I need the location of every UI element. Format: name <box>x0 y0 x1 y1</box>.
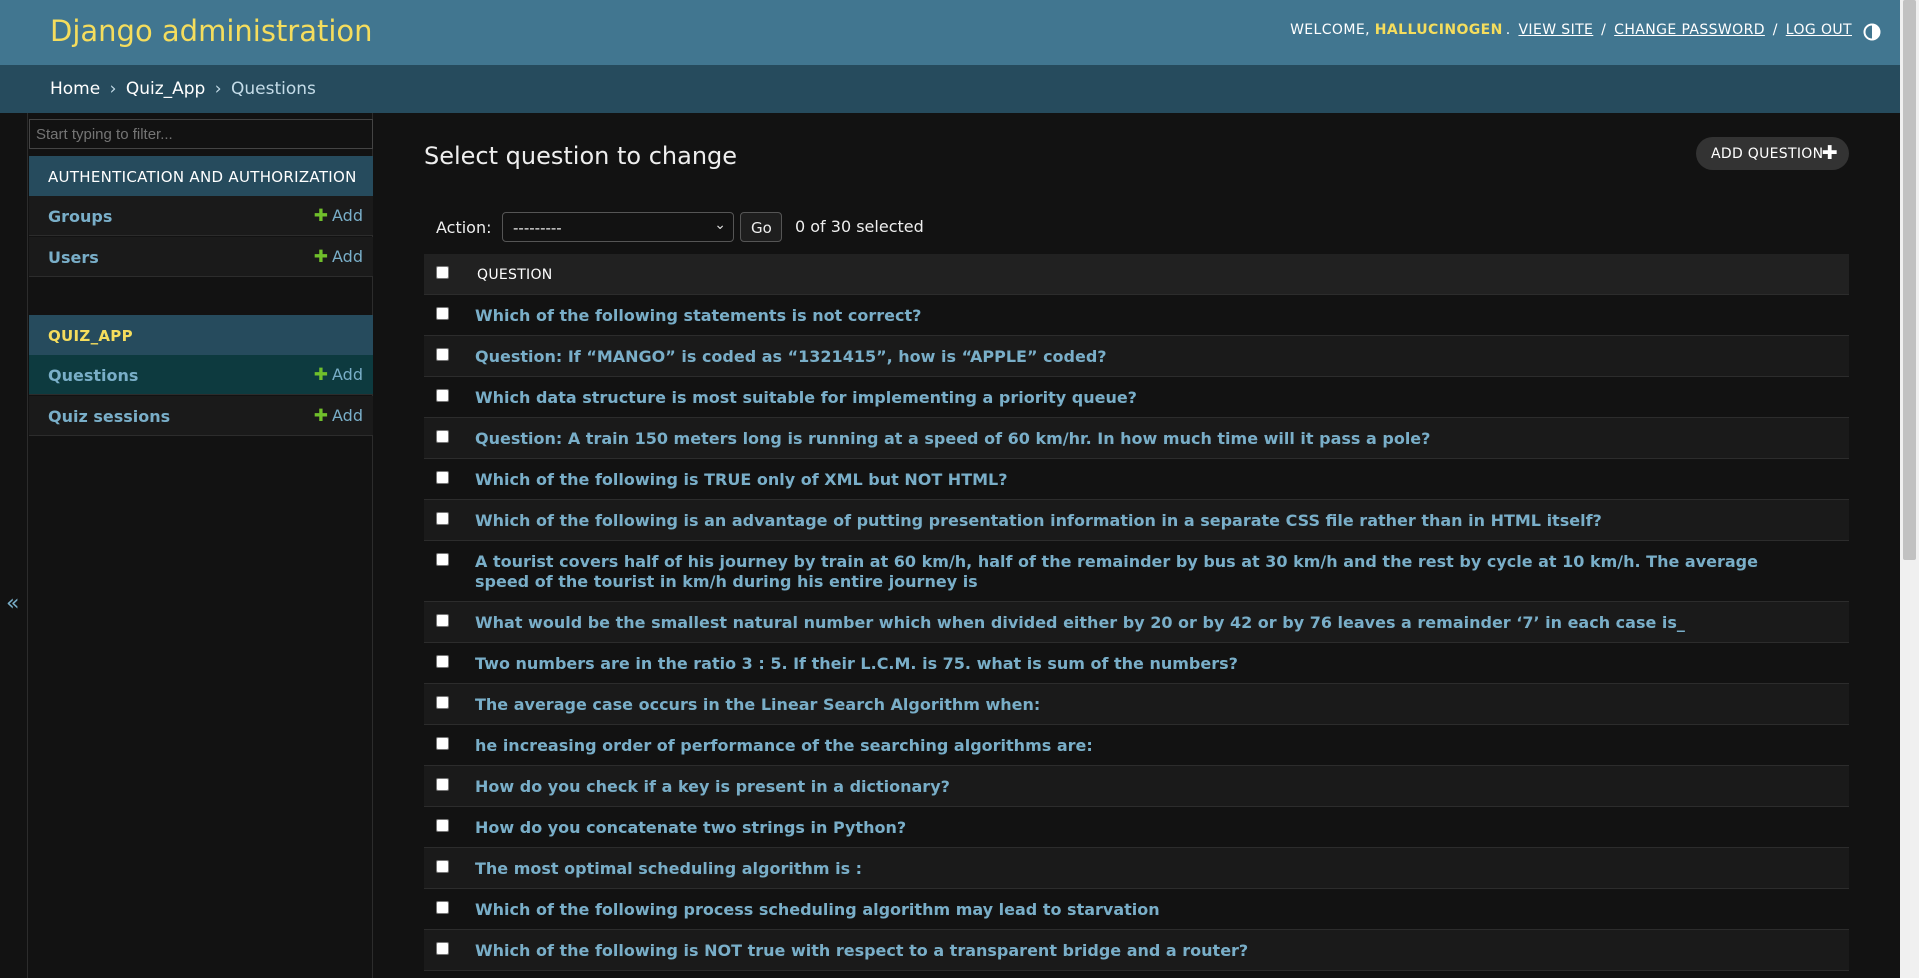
actions-bar: Action: --------- ⌄ Go 0 of 30 selected <box>424 212 1849 252</box>
row-checkbox[interactable] <box>436 471 449 484</box>
table-row: Which of the following statements is not… <box>424 295 1849 336</box>
row-checkbox[interactable] <box>436 942 449 955</box>
add-question-link[interactable]: ✚ Add <box>314 365 363 385</box>
plus-icon: ✚ <box>313 247 329 267</box>
row-checkbox[interactable] <box>436 778 449 791</box>
site-branding[interactable]: Django administration <box>50 14 373 48</box>
row-checkbox[interactable] <box>436 614 449 627</box>
question-link[interactable]: Which of the following is TRUE only of X… <box>475 470 1809 490</box>
question-link[interactable]: A tourist covers half of his journey by … <box>475 552 1809 592</box>
sidebar-item-quiz-sessions[interactable]: Quiz sessions ✚ Add <box>29 396 373 436</box>
sidebar-item-groups[interactable]: Groups ✚ Add <box>29 196 373 236</box>
breadcrumb-app[interactable]: Quiz_App <box>126 79 206 99</box>
sidebar-item-label[interactable]: Groups <box>48 207 112 226</box>
question-link[interactable]: Which of the following process schedulin… <box>475 900 1809 920</box>
table-row: The average case occurs in the Linear Se… <box>424 684 1849 725</box>
sidebar-collapse-bar[interactable]: « <box>0 113 28 978</box>
table-row: Which of the following process schedulin… <box>424 889 1849 930</box>
row-checkbox[interactable] <box>436 348 449 361</box>
table-row: The most optimal scheduling algorithm is… <box>424 848 1849 889</box>
question-link[interactable]: Which data structure is most suitable fo… <box>475 388 1809 408</box>
row-checkbox[interactable] <box>436 553 449 566</box>
sidebar-item-label[interactable]: Quiz sessions <box>48 407 170 426</box>
nav-filter-input[interactable] <box>29 119 373 149</box>
table-row: How do you check if a key is present in … <box>424 766 1849 807</box>
row-checkbox[interactable] <box>436 307 449 320</box>
column-header-question[interactable]: QUESTION <box>477 267 553 283</box>
table-row: Which of the following is TRUE only of X… <box>424 459 1849 500</box>
add-question-button[interactable]: ADD QUESTION ✚ <box>1696 137 1849 170</box>
change-password-link[interactable]: CHANGE PASSWORD <box>1614 22 1765 38</box>
row-checkbox[interactable] <box>436 655 449 668</box>
add-quiz-session-link[interactable]: ✚ Add <box>314 406 363 426</box>
table-row: A tourist covers half of his journey by … <box>424 541 1849 602</box>
go-button[interactable]: Go <box>740 212 782 242</box>
username: HALLUCINOGEN <box>1374 22 1503 38</box>
table-row: Question: A train 150 meters long is run… <box>424 418 1849 459</box>
table-row: Which of the following is NOT true with … <box>424 930 1849 971</box>
app-caption-auth[interactable]: AUTHENTICATION AND AUTHORIZATION <box>29 156 373 196</box>
nav-sidebar: AUTHENTICATION AND AUTHORIZATION Groups … <box>29 113 373 978</box>
table-row: Which of the following is an advantage o… <box>424 500 1849 541</box>
question-link[interactable]: The most optimal scheduling algorithm is… <box>475 859 1809 879</box>
sidebar-item-label[interactable]: Questions <box>48 366 138 385</box>
plus-icon: ✚ <box>313 365 329 385</box>
app-caption-quiz-app[interactable]: QUIZ_APP <box>29 315 373 355</box>
row-checkbox[interactable] <box>436 389 449 402</box>
view-site-link[interactable]: VIEW SITE <box>1518 22 1593 38</box>
row-checkbox[interactable] <box>436 860 449 873</box>
question-link[interactable]: Question: If “MANGO” is coded as “132141… <box>475 347 1809 367</box>
table-header: QUESTION <box>424 254 1849 295</box>
table-row: Two numbers are in the ratio 3 : 5. If t… <box>424 643 1849 684</box>
question-link[interactable]: Two numbers are in the ratio 3 : 5. If t… <box>475 654 1809 674</box>
action-select[interactable]: --------- ⌄ <box>502 212 734 242</box>
add-group-link[interactable]: ✚ Add <box>314 206 363 226</box>
row-checkbox[interactable] <box>436 696 449 709</box>
plus-icon: ✚ <box>313 206 329 226</box>
sidebar-item-label[interactable]: Users <box>48 248 99 267</box>
sidebar-item-questions[interactable]: Questions ✚ Add <box>29 355 373 395</box>
breadcrumb-home[interactable]: Home <box>50 79 100 99</box>
question-link[interactable]: The average case occurs in the Linear Se… <box>475 695 1809 715</box>
theme-toggle-icon[interactable] <box>1862 22 1882 42</box>
chevron-down-icon: ⌄ <box>714 217 726 233</box>
sidebar-item-users[interactable]: Users ✚ Add <box>29 237 373 277</box>
row-checkbox[interactable] <box>436 430 449 443</box>
log-out-link[interactable]: LOG OUT <box>1786 22 1852 38</box>
results-table: QUESTION Which of the following statemen… <box>424 254 1849 971</box>
breadcrumb: Home › Quiz_App › Questions <box>0 65 1900 113</box>
question-link[interactable]: What would be the smallest natural numbe… <box>475 613 1809 633</box>
question-link[interactable]: he increasing order of performance of th… <box>475 736 1809 756</box>
table-row: Question: If “MANGO” is coded as “132141… <box>424 336 1849 377</box>
question-link[interactable]: Which of the following statements is not… <box>475 306 1809 326</box>
table-row: How do you concatenate two strings in Py… <box>424 807 1849 848</box>
question-link[interactable]: Question: A train 150 meters long is run… <box>475 429 1809 449</box>
page-title: Select question to change <box>424 142 738 170</box>
action-label: Action: <box>436 218 492 237</box>
table-row: he increasing order of performance of th… <box>424 725 1849 766</box>
question-link[interactable]: Which of the following is NOT true with … <box>475 941 1809 961</box>
collapse-sidebar-icon[interactable]: « <box>6 591 19 616</box>
row-checkbox[interactable] <box>436 901 449 914</box>
table-row: What would be the smallest natural numbe… <box>424 602 1849 643</box>
add-user-link[interactable]: ✚ Add <box>314 247 363 267</box>
selection-count: 0 of 30 selected <box>795 217 924 236</box>
question-link[interactable]: How do you check if a key is present in … <box>475 777 1809 797</box>
row-checkbox[interactable] <box>436 819 449 832</box>
scrollbar-thumb[interactable] <box>1903 0 1916 560</box>
question-link[interactable]: Which of the following is an advantage o… <box>475 511 1809 531</box>
select-all-checkbox[interactable] <box>436 266 449 279</box>
welcome-text: WELCOME, <box>1290 22 1370 38</box>
question-link[interactable]: How do you concatenate two strings in Py… <box>475 818 1809 838</box>
plus-icon: ✚ <box>313 406 329 426</box>
user-tools: WELCOME, HALLUCINOGEN. VIEW SITE / CHANG… <box>1290 22 1852 38</box>
scrollbar[interactable] <box>1900 0 1919 978</box>
breadcrumb-current: Questions <box>230 79 316 99</box>
site-header: Django administration WELCOME, HALLUCINO… <box>0 0 1900 65</box>
plus-icon: ✚ <box>1821 142 1838 164</box>
row-checkbox[interactable] <box>436 737 449 750</box>
table-row: Which data structure is most suitable fo… <box>424 377 1849 418</box>
row-checkbox[interactable] <box>436 512 449 525</box>
